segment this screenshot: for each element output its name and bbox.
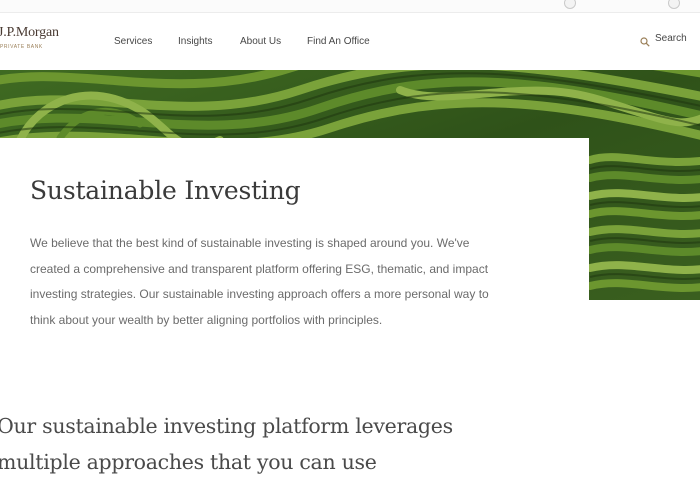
nav-item-insights[interactable]: Insights xyxy=(178,36,212,47)
nav-item-find-an-office[interactable]: Find An Office xyxy=(307,36,370,47)
nav-item-about-us[interactable]: About Us xyxy=(240,36,281,47)
logo[interactable]: J.P.Morgan Private Bank xyxy=(0,25,78,55)
logo-wordmark: J.P.Morgan xyxy=(0,25,59,40)
search-icon xyxy=(640,34,650,47)
section-heading-line: multiple approaches that you can use xyxy=(0,450,377,474)
utility-strip xyxy=(0,0,700,13)
logo-subline: Private Bank xyxy=(0,44,43,50)
hero-description-line: created a comprehensive and transparent … xyxy=(30,261,489,276)
hero-description: We believe that the best kind of sustain… xyxy=(30,231,550,333)
search-button[interactable]: Search xyxy=(640,33,687,47)
hero-description-line: think about your wealth by better aligni… xyxy=(30,312,383,327)
nav-item-services[interactable]: Services xyxy=(114,36,152,47)
page-title: Sustainable Investing xyxy=(30,176,301,205)
search-label: Search xyxy=(655,33,687,44)
section-heading: Our sustainable investing platform lever… xyxy=(0,408,517,480)
section-heading-line: Our sustainable investing platform lever… xyxy=(0,414,453,438)
utility-circle-icon[interactable] xyxy=(564,0,576,9)
utility-circle-icon[interactable] xyxy=(668,0,680,9)
page: J.P.Morgan Private Bank Services Insight… xyxy=(0,0,700,480)
hero-description-line: We believe that the best kind of sustain… xyxy=(30,236,470,250)
site-header: J.P.Morgan Private Bank Services Insight… xyxy=(0,13,700,71)
hero-description-line: investing strategies. Our sustainable in… xyxy=(30,287,489,302)
